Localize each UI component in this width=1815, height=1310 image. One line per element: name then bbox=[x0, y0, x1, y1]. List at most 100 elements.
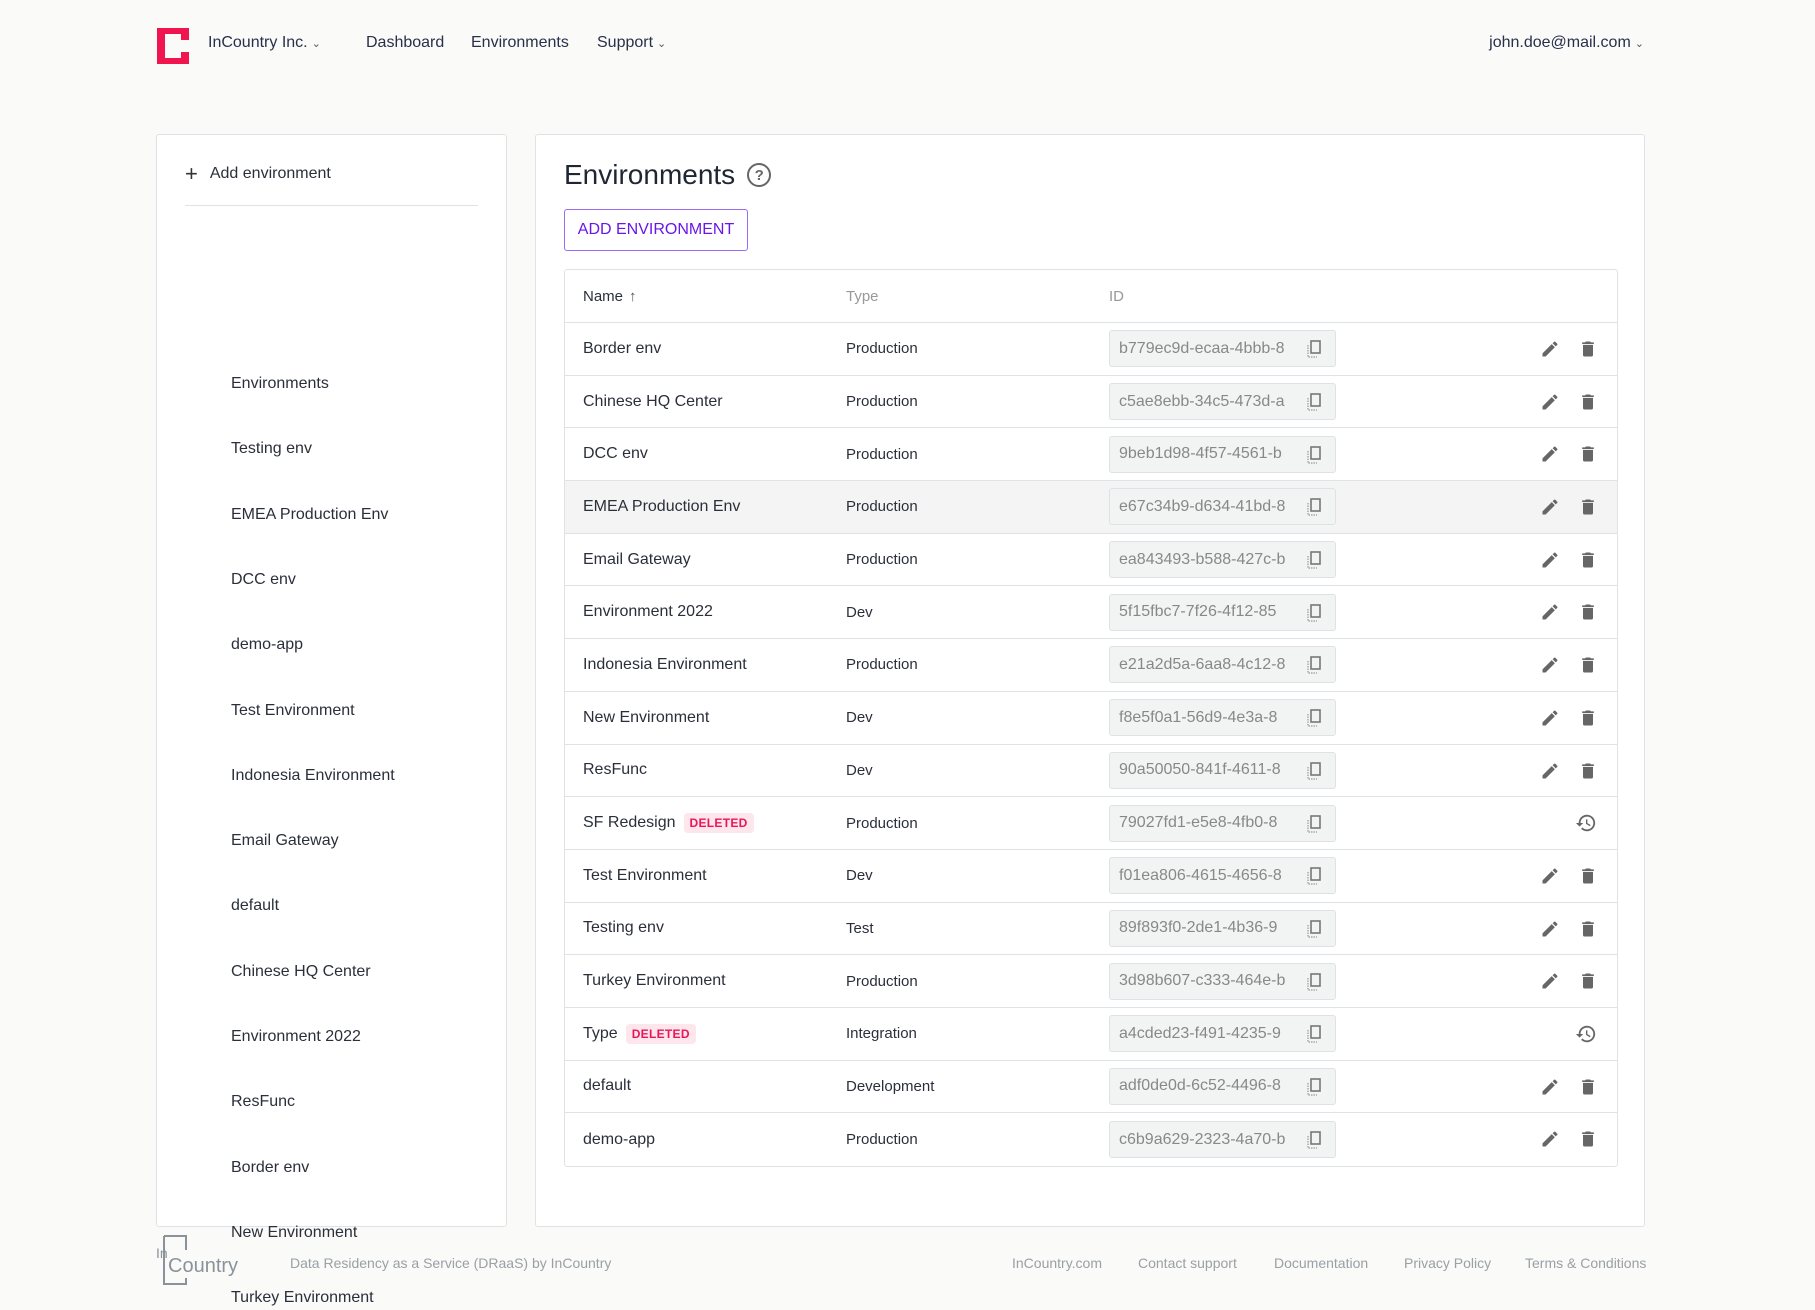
env-name[interactable]: EMEA Production Env bbox=[583, 498, 740, 516]
table-row[interactable]: Indonesia Environment Production e21a2d5… bbox=[565, 639, 1617, 692]
copy-icon[interactable] bbox=[1307, 1131, 1321, 1149]
env-name[interactable]: Chinese HQ Center bbox=[583, 393, 723, 411]
edit-icon[interactable] bbox=[1540, 761, 1560, 786]
env-name[interactable]: Border env bbox=[583, 340, 661, 358]
table-row[interactable]: Type DELETED Integration a4cded23-f491-42… bbox=[565, 1008, 1617, 1061]
table-row[interactable]: ResFunc Dev 90a50050-841f-4611-8 bbox=[565, 745, 1617, 798]
trash-icon[interactable] bbox=[1578, 708, 1598, 733]
env-name[interactable]: ResFunc bbox=[583, 761, 647, 779]
trash-icon[interactable] bbox=[1578, 1077, 1598, 1102]
trash-icon[interactable] bbox=[1578, 497, 1598, 522]
sidebar-item[interactable]: Border env bbox=[231, 1159, 309, 1177]
help-icon[interactable]: ? bbox=[747, 163, 772, 187]
user-menu[interactable]: john.doe@mail.com ⌄ bbox=[1489, 34, 1644, 52]
edit-icon[interactable] bbox=[1540, 444, 1560, 469]
trash-icon[interactable] bbox=[1578, 866, 1598, 891]
nav-environments[interactable]: Environments bbox=[471, 34, 569, 52]
table-row[interactable]: Border env Production b779ec9d-ecaa-4bbb… bbox=[565, 323, 1617, 376]
table-row[interactable]: SF Redesign DELETED Production 79027fd1-e… bbox=[565, 797, 1617, 850]
edit-icon[interactable] bbox=[1540, 919, 1560, 944]
copy-icon[interactable] bbox=[1307, 393, 1321, 411]
table-row[interactable]: Testing env Test 89f893f0-2de1-4b36-9 bbox=[565, 903, 1617, 956]
copy-icon[interactable] bbox=[1307, 340, 1321, 358]
copy-icon[interactable] bbox=[1307, 445, 1321, 464]
copy-icon[interactable] bbox=[1307, 814, 1321, 833]
sidebar-item[interactable]: demo-app bbox=[231, 636, 303, 654]
sidebar-item[interactable]: Chinese HQ Center bbox=[231, 963, 371, 981]
env-name[interactable]: Test Environment bbox=[583, 867, 707, 885]
table-row[interactable]: demo-app Production c6b9a629-2323-4a70-b bbox=[565, 1113, 1617, 1166]
trash-icon[interactable] bbox=[1578, 550, 1598, 575]
footer-link-contact-support[interactable]: Contact support bbox=[1138, 1255, 1237, 1271]
sidebar-item[interactable]: Testing env bbox=[231, 440, 312, 458]
copy-icon[interactable] bbox=[1307, 1078, 1321, 1096]
table-row[interactable]: DCC env Production 9beb1d98-4f57-4561-b bbox=[565, 428, 1617, 482]
sidebar-item[interactable]: Email Gateway bbox=[231, 832, 339, 850]
copy-icon[interactable] bbox=[1307, 920, 1321, 938]
copy-icon[interactable] bbox=[1307, 709, 1321, 727]
column-name[interactable]: Name ↑ bbox=[583, 288, 637, 305]
table-row[interactable]: New Environment Dev f8e5f0a1-56d9-4e3a-8 bbox=[565, 692, 1617, 745]
edit-icon[interactable] bbox=[1540, 971, 1560, 996]
copy-icon[interactable] bbox=[1307, 1025, 1321, 1043]
env-name[interactable]: Environment 2022 bbox=[583, 603, 713, 621]
env-name[interactable]: Indonesia Environment bbox=[583, 656, 747, 674]
edit-icon[interactable] bbox=[1540, 339, 1560, 364]
edit-icon[interactable] bbox=[1540, 392, 1560, 417]
sidebar-item[interactable]: default bbox=[231, 897, 279, 915]
sidebar-item[interactable]: Environment 2022 bbox=[231, 1028, 361, 1046]
env-name[interactable]: New Environment bbox=[583, 709, 709, 727]
copy-icon[interactable] bbox=[1307, 762, 1321, 780]
env-name[interactable]: default bbox=[583, 1077, 631, 1095]
footer-link-privacy[interactable]: Privacy Policy bbox=[1404, 1255, 1491, 1271]
env-name[interactable]: DCC env bbox=[583, 445, 648, 463]
sidebar-item[interactable]: Turkey Environment bbox=[231, 1289, 374, 1307]
edit-icon[interactable] bbox=[1540, 497, 1560, 522]
copy-icon[interactable] bbox=[1307, 603, 1321, 622]
copy-icon[interactable] bbox=[1307, 867, 1321, 885]
trash-icon[interactable] bbox=[1578, 919, 1598, 944]
edit-icon[interactable] bbox=[1540, 655, 1560, 680]
env-name[interactable]: demo-app bbox=[583, 1131, 655, 1149]
edit-icon[interactable] bbox=[1540, 550, 1560, 575]
copy-icon[interactable] bbox=[1307, 551, 1321, 569]
edit-icon[interactable] bbox=[1540, 1077, 1560, 1102]
trash-icon[interactable] bbox=[1578, 339, 1598, 364]
sidebar-item[interactable]: Indonesia Environment bbox=[231, 767, 395, 785]
nav-dashboard[interactable]: Dashboard bbox=[366, 34, 444, 52]
env-name[interactable]: Email Gateway bbox=[583, 551, 691, 569]
table-row[interactable]: Test Environment Dev f01ea806-4615-4656-… bbox=[565, 850, 1617, 903]
restore-icon[interactable] bbox=[1575, 1023, 1597, 1050]
trash-icon[interactable] bbox=[1578, 602, 1598, 627]
trash-icon[interactable] bbox=[1578, 444, 1598, 469]
org-switcher[interactable]: InCountry Inc. ⌄ bbox=[208, 34, 321, 52]
env-name[interactable]: Testing env bbox=[583, 919, 664, 937]
copy-icon[interactable] bbox=[1307, 972, 1321, 991]
add-environment-button[interactable]: ADD ENVIRONMENT bbox=[564, 209, 748, 251]
copy-icon[interactable] bbox=[1307, 498, 1321, 517]
footer-link-incountry[interactable]: InCountry.com bbox=[1012, 1255, 1102, 1271]
edit-icon[interactable] bbox=[1540, 708, 1560, 733]
table-row[interactable]: default Development adf0de0d-6c52-4496-8 bbox=[565, 1061, 1617, 1114]
trash-icon[interactable] bbox=[1578, 1129, 1598, 1154]
restore-icon[interactable] bbox=[1575, 812, 1597, 839]
incountry-logo[interactable] bbox=[157, 28, 189, 64]
env-name[interactable]: SF Redesign DELETED bbox=[583, 813, 754, 834]
sidebar-item[interactable]: Environments bbox=[231, 375, 329, 393]
sidebar-item[interactable]: ResFunc bbox=[231, 1093, 295, 1111]
table-row[interactable]: Turkey Environment Production 3d98b607-c… bbox=[565, 955, 1617, 1008]
footer-link-documentation[interactable]: Documentation bbox=[1274, 1255, 1368, 1271]
copy-icon[interactable] bbox=[1307, 656, 1321, 675]
sidebar-item[interactable]: EMEA Production Env bbox=[231, 506, 388, 524]
table-row[interactable]: Email Gateway Production ea843493-b588-4… bbox=[565, 534, 1617, 587]
env-name[interactable]: Turkey Environment bbox=[583, 972, 726, 990]
env-name[interactable]: Type DELETED bbox=[583, 1023, 696, 1044]
footer-link-terms[interactable]: Terms & Conditions bbox=[1525, 1255, 1646, 1271]
table-row[interactable]: Chinese HQ Center Production c5ae8ebb-34… bbox=[565, 376, 1617, 429]
nav-support[interactable]: Support ⌄ bbox=[597, 34, 666, 52]
sidebar-add-environment[interactable]: + Add environment bbox=[185, 163, 331, 185]
sidebar-item[interactable]: DCC env bbox=[231, 571, 296, 589]
table-row[interactable]: EMEA Production Env Production e67c34b9-… bbox=[565, 481, 1617, 534]
edit-icon[interactable] bbox=[1540, 602, 1560, 627]
sidebar-item[interactable]: Test Environment bbox=[231, 702, 355, 720]
